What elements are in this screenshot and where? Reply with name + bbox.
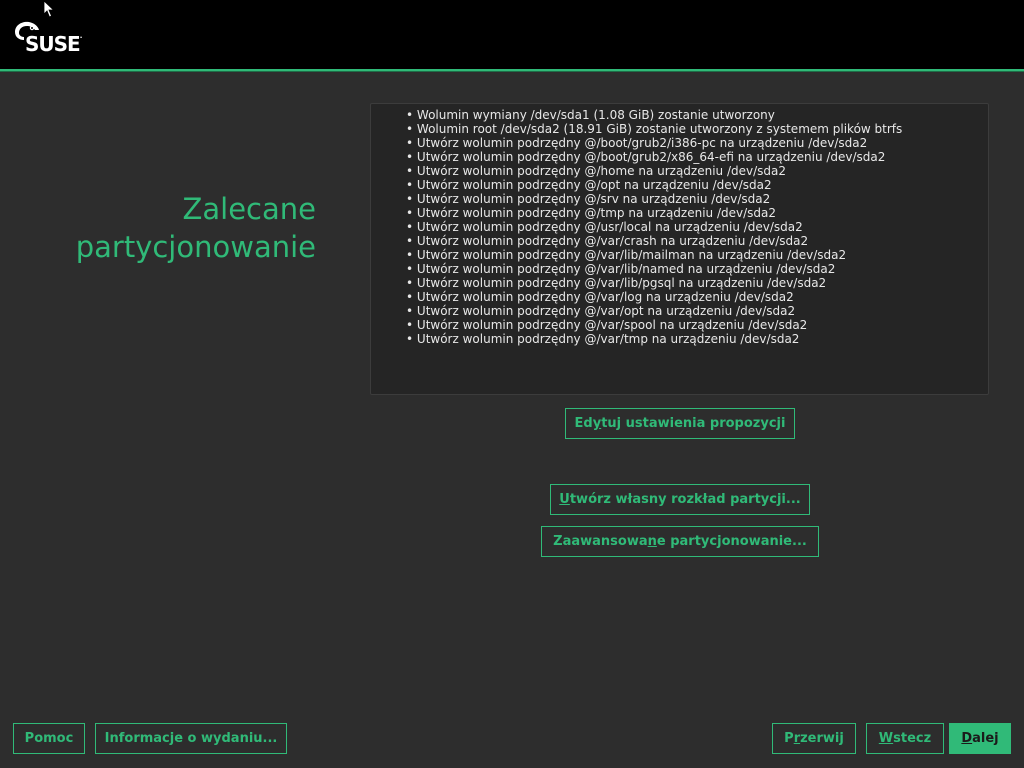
page-title: Zalecane partycjonowanie: [0, 190, 316, 266]
proposal-item: Utwórz wolumin podrzędny @/var/log na ur…: [406, 290, 988, 304]
release-notes-button[interactable]: Informacje o wydaniu...: [95, 723, 287, 754]
proposal-item: Utwórz wolumin podrzędny @/var/lib/pgsql…: [406, 276, 988, 290]
proposal-item: Utwórz wolumin podrzędny @/var/spool na …: [406, 318, 988, 332]
next-button[interactable]: Dalej: [949, 723, 1011, 754]
top-bar: SUSE.: [0, 0, 1024, 69]
proposal-item: Utwórz wolumin podrzędny @/home na urząd…: [406, 164, 988, 178]
proposal-item: Utwórz wolumin podrzędny @/opt na urządz…: [406, 178, 988, 192]
proposal-item: Utwórz wolumin podrzędny @/usr/local na …: [406, 220, 988, 234]
mouse-cursor-icon: [43, 0, 55, 18]
proposal-item: Wolumin root /dev/sda2 (18.91 GiB) zosta…: [406, 122, 988, 136]
back-button[interactable]: Wstecz: [866, 723, 944, 754]
proposal-item: Utwórz wolumin podrzędny @/var/lib/mailm…: [406, 248, 988, 262]
proposal-item: Utwórz wolumin podrzędny @/boot/grub2/x8…: [406, 150, 988, 164]
header-accent-line: [0, 69, 1024, 72]
partition-proposal-summary[interactable]: Wolumin wymiany /dev/sda1 (1.08 GiB) zos…: [370, 103, 989, 395]
proposal-item: Utwórz wolumin podrzędny @/srv na urządz…: [406, 192, 988, 206]
proposal-item: Utwórz wolumin podrzędny @/var/tmp na ur…: [406, 332, 988, 346]
proposal-item: Utwórz wolumin podrzędny @/tmp na urządz…: [406, 206, 988, 220]
proposal-item: Utwórz wolumin podrzędny @/var/lib/named…: [406, 262, 988, 276]
proposal-item: Wolumin wymiany /dev/sda1 (1.08 GiB) zos…: [406, 108, 988, 122]
help-button[interactable]: Pomoc: [13, 723, 85, 754]
proposal-item: Utwórz wolumin podrzędny @/var/opt na ur…: [406, 304, 988, 318]
proposal-list: Wolumin wymiany /dev/sda1 (1.08 GiB) zos…: [406, 108, 988, 346]
suse-logo: SUSE.: [13, 18, 93, 56]
page-title-line2: partycjonowanie: [75, 230, 316, 264]
proposal-item: Utwórz wolumin podrzędny @/boot/grub2/i3…: [406, 136, 988, 150]
page-title-line1: Zalecane: [182, 192, 316, 226]
logo-wordmark: SUSE.: [25, 32, 83, 56]
proposal-item: Utwórz wolumin podrzędny @/var/crash na …: [406, 234, 988, 248]
abort-button[interactable]: Pr zerwij: [772, 723, 856, 754]
expert-partitioner-button[interactable]: Zaawansowa n e partycjonowanie...: [541, 526, 819, 557]
create-partition-layout-button[interactable]: Utwórz własny rozkład partycji...: [550, 484, 810, 515]
edit-proposal-settings-button[interactable]: Ed y tuj ustawienia propozycji: [565, 408, 795, 439]
